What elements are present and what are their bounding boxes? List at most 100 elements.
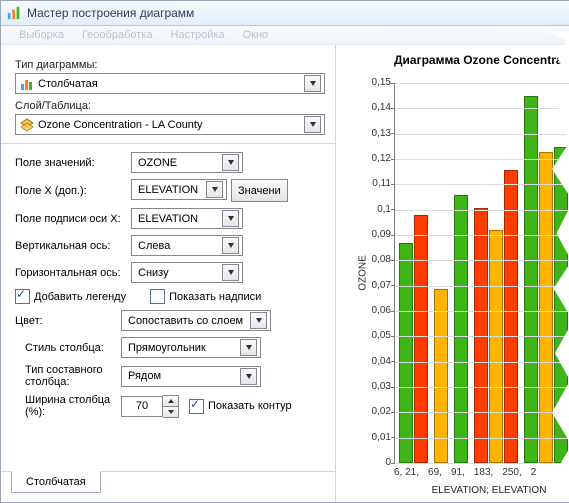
bar-group [399,215,428,463]
y-tick: 0,07 [339,280,391,291]
show-labels-label: Показать надписи [169,291,261,303]
x-field-label: Поле X (доп.): [15,185,131,197]
x-field-select[interactable]: ELEVATION [131,179,227,200]
chart-bar [524,96,538,463]
value-field-select[interactable]: OZONE [131,152,243,173]
chevron-down-icon [250,312,267,329]
bar-style-select[interactable]: Прямоугольник [121,337,261,358]
show-border-label: Показать контур [208,400,292,412]
x-tick: 183, [474,467,493,478]
menu-item: Геообработка [82,29,153,41]
checkbox-icon [150,289,165,304]
chart-bar [474,208,488,463]
background-menu: Выборка Геообработка Настройка Окно [1,26,569,45]
menu-item: Окно [243,29,269,41]
layer-label: Слой/Таблица: [15,100,325,112]
layer-value: Ozone Concentration - LA County [38,119,202,131]
menu-item: Настройка [170,29,224,41]
chart-bar [539,152,553,463]
chevron-down-icon [222,237,239,254]
chart-plot: OZONE 00,010,020,030,040,050,060,070,080… [394,83,569,464]
titlebar[interactable]: Мастер построения диаграмм [1,1,569,26]
x-label-field-select[interactable]: ELEVATION [131,208,243,229]
x-value-button-label: Значени [238,185,281,197]
layer-select[interactable]: Ozone Concentration - LA County [15,114,325,135]
bar-width-spinner[interactable] [163,395,179,418]
y-tick: 0,09 [339,229,391,240]
bar-icon [20,77,34,91]
y-tick: 0,11 [339,178,391,189]
bar-width-input[interactable]: 70 [121,396,163,417]
bar-group [524,96,568,463]
x-tick: 2 [531,467,537,478]
x-label-field-label: Поле подписи оси X: [15,213,131,225]
x-tick: 250, [502,467,521,478]
chart-type-value: Столбчатая [38,78,98,90]
y-tick: 0,13 [339,128,391,139]
v-axis-select[interactable]: Слева [131,235,243,256]
form-panel: Тип диаграммы: Столбчатая Слой/Таблица: … [1,45,336,502]
x-tick: 69, [428,467,442,478]
y-tick: 0,01 [339,432,391,443]
y-tick: 0,04 [339,356,391,367]
chevron-down-icon [222,264,239,281]
v-axis-value: Слева [138,240,170,252]
bar-style-label: Стиль столбца: [25,342,121,354]
window-title: Мастер построения диаграмм [27,6,194,20]
bar-width-label: Ширина столбца (%): [25,394,121,418]
color-select[interactable]: Сопоставить со слоем [121,310,271,331]
chevron-down-icon [222,210,239,227]
chart-bar [489,230,503,463]
chart-preview: Диаграмма Ozone Concentration - OZONE 00… [336,45,569,502]
bar-width-value: 70 [136,400,148,412]
multibar-select[interactable]: Рядом [121,366,261,387]
v-axis-label: Вертикальная ось: [15,240,131,252]
spin-up-icon [163,396,178,406]
x-field-value: ELEVATION [138,184,198,196]
h-axis-label: Горизонтальная ось: [15,267,131,279]
color-label: Цвет: [15,315,121,327]
chart-bar [504,170,518,463]
add-legend-checkbox[interactable]: Добавить легенду [15,289,126,304]
x-tick: 6, 21, [394,467,419,478]
chevron-down-icon [240,339,257,356]
show-labels-checkbox[interactable]: Показать надписи [150,289,261,304]
chart-bars [395,83,569,463]
add-legend-label: Добавить легенду [34,291,126,303]
x-tick-labels: 6, 21,69,91,183,250,2 [394,467,536,478]
chart-bar [414,215,428,463]
chevron-down-icon [304,116,321,133]
y-tick: 0,12 [339,153,391,164]
y-tick: 0,03 [339,381,391,392]
chart-bar [554,147,568,463]
multibar-label: Тип составного столбца: [25,364,121,388]
y-tick: 0,1 [339,204,391,215]
menu-item: Выборка [19,29,64,41]
h-axis-select[interactable]: Снизу [131,262,243,283]
x-label-field-value: ELEVATION [138,213,198,225]
divider [1,143,335,144]
layer-icon [20,118,34,132]
chevron-down-icon [222,154,239,171]
chart-type-select[interactable]: Столбчатая [15,73,325,94]
y-tick: 0,05 [339,330,391,341]
y-tick: 0,02 [339,406,391,417]
y-tick: 0 [339,457,391,468]
checkbox-checked-icon [189,399,204,414]
chart-icon [7,6,21,20]
series-tabs: Столбчатая [1,471,335,502]
value-field-value: OZONE [138,157,177,169]
show-border-checkbox[interactable]: Показать контур [189,399,292,414]
value-field-label: Поле значений: [15,157,131,169]
chart-bar [399,243,413,463]
y-tick: 0,08 [339,254,391,265]
bar-group [474,170,518,463]
chevron-down-icon [304,75,321,92]
y-tick: 0,06 [339,305,391,316]
checkbox-checked-icon [15,289,30,304]
bar-style-value: Прямоугольник [128,342,206,354]
x-value-button[interactable]: Значени [231,179,288,202]
series-tab[interactable]: Столбчатая [11,471,101,493]
x-axis-label: ELEVATION; ELEVATION [394,485,569,496]
multibar-value: Рядом [128,370,161,382]
